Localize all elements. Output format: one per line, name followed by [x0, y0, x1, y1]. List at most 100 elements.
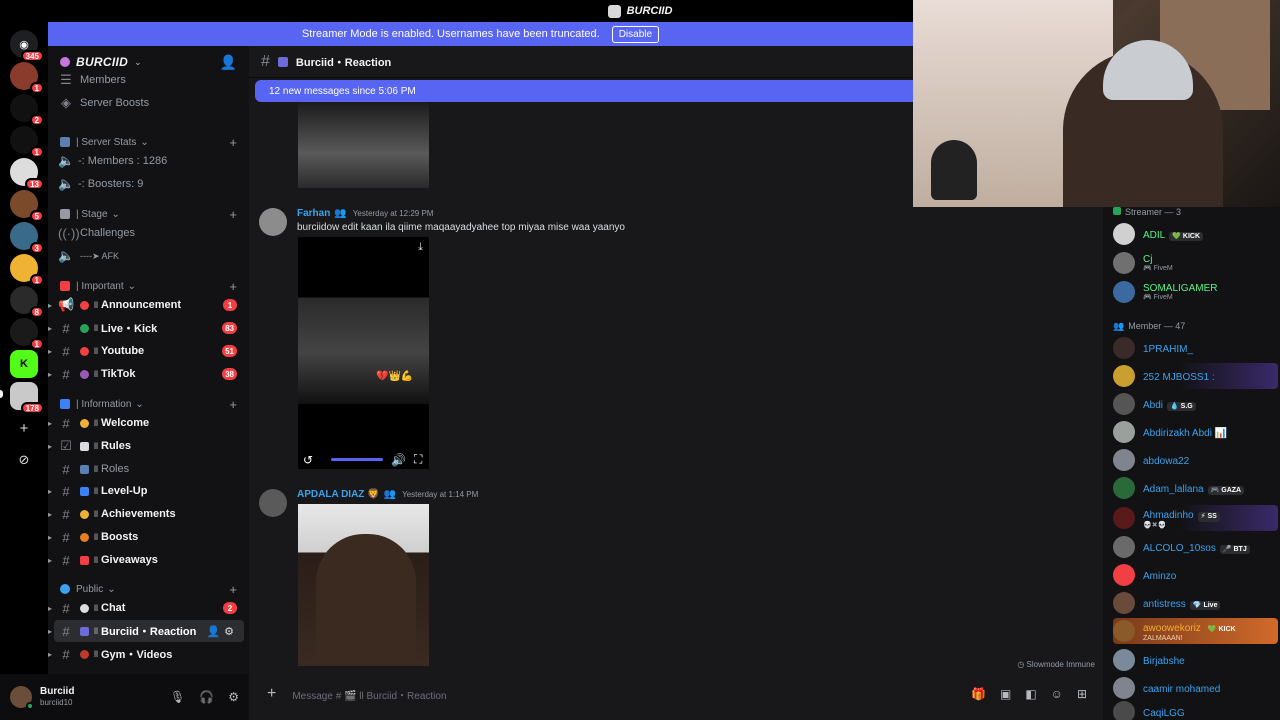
server-icon-4[interactable]: 13: [10, 158, 44, 190]
kick-server-icon[interactable]: K: [10, 350, 38, 378]
sticker-icon[interactable]: ◧: [1025, 687, 1036, 701]
voice-afk[interactable]: 🔈 ----➤ AFK: [48, 245, 249, 267]
server-icon-7[interactable]: 1: [10, 254, 44, 286]
emoji-icon[interactable]: ☺: [1051, 687, 1063, 701]
message-image-previous[interactable]: [298, 102, 429, 188]
channel-tiktok[interactable]: ▸ # ll TikTok 38: [48, 363, 249, 385]
member-item[interactable]: Cj 🎮 FiveM: [1113, 250, 1278, 276]
member-item[interactable]: ALCOLO_10sos 🎤 BTJ: [1113, 534, 1278, 560]
channel-welcome[interactable]: ▸ # ll Welcome: [48, 412, 249, 434]
members-icon: ☰: [60, 72, 72, 87]
channel-roles[interactable]: # ll Roles: [48, 458, 249, 480]
channel-server-boosts[interactable]: ◈ Server Boosts: [48, 92, 249, 114]
headphones-icon[interactable]: 🎧: [199, 690, 214, 704]
disable-streamer-mode-button[interactable]: Disable: [611, 25, 660, 43]
speaker-icon: 🔈: [58, 176, 75, 191]
direct-messages-icon[interactable]: ◉ 345: [10, 30, 44, 62]
channel-announcement[interactable]: ▸ 📢 ll Announcement 1: [48, 294, 249, 316]
add-channel-icon[interactable]: +: [229, 279, 237, 294]
member-item[interactable]: 252 MJBOSS1 :: [1113, 363, 1278, 389]
message-image-photo[interactable]: [298, 504, 429, 666]
microphone-icon[interactable]: 🎙: [170, 690, 185, 704]
gear-icon[interactable]: ⚙: [228, 690, 239, 704]
channel-chat[interactable]: ▸ # ll Chat 2: [48, 597, 249, 619]
member-item[interactable]: ADIL 💚 KICK: [1113, 221, 1278, 247]
member-item[interactable]: Ahmadinho ⚡ SS 💀✖💀: [1113, 505, 1278, 531]
member-item[interactable]: abdowa22: [1113, 447, 1278, 473]
member-item[interactable]: Birjabshe: [1113, 647, 1278, 673]
window-title: BURCIID: [626, 5, 673, 17]
server-logo-icon: [607, 4, 621, 18]
message-video[interactable]: ⤓ 💔👑💪: [298, 237, 429, 469]
avatar: [1113, 337, 1135, 359]
stage-challenges[interactable]: ((·)) Challenges: [48, 222, 249, 244]
gift-icon[interactable]: 🎁: [971, 687, 986, 701]
member-item[interactable]: Aminzo: [1113, 562, 1278, 588]
server-icon-6[interactable]: 3: [10, 222, 44, 254]
volume-slider[interactable]: [331, 458, 384, 461]
avatar[interactable]: [259, 208, 287, 236]
avatar[interactable]: [10, 686, 34, 710]
server-icon-burciid[interactable]: 178: [10, 382, 44, 414]
message-author[interactable]: Farhan: [297, 208, 330, 219]
message-input[interactable]: Message # 🎬 ll Burciid・Reaction: [292, 687, 446, 702]
add-channel-icon[interactable]: +: [229, 207, 237, 222]
webcam-overlay: [913, 0, 1280, 207]
channel-rules[interactable]: ▸ ☑ ll Rules: [48, 435, 249, 457]
dumbbell-icon: [80, 649, 89, 659]
channel-giveaways[interactable]: ▸ # ll Giveaways: [48, 549, 249, 571]
channel-burciid-reaction[interactable]: ▸ # ll Burciid・Reaction 👤⚙: [48, 620, 244, 642]
channel-achievements[interactable]: ▸ # ll Achievements: [48, 503, 249, 525]
channel-members[interactable]: ☰ Members: [48, 69, 249, 91]
server-icon-9[interactable]: 1: [10, 318, 44, 350]
speaker-icon: 🔈: [58, 153, 75, 168]
add-channel-icon[interactable]: +: [229, 582, 237, 597]
channel-settings-icon[interactable]: 👤⚙: [206, 625, 238, 638]
new-messages-bar[interactable]: 12 new messages since 5:06 PM: [255, 80, 913, 102]
server-icon-1[interactable]: 1: [10, 62, 44, 94]
avatar[interactable]: [259, 489, 287, 517]
unread-arrow-icon: ▸: [48, 323, 53, 333]
server-icon-5[interactable]: 5: [10, 190, 44, 222]
hash-icon: #: [261, 52, 270, 70]
message-composer[interactable]: + Message # 🎬 ll Burciid・Reaction 🎁 ▣ ◧ …: [257, 678, 1097, 710]
channel-youtube[interactable]: ▸ # ll Youtube 51: [48, 340, 249, 362]
server-icon-2[interactable]: 2: [10, 94, 44, 126]
voice-members-count[interactable]: 🔈 -: Members : 1286: [48, 150, 249, 172]
add-channel-icon[interactable]: +: [229, 397, 237, 412]
member-item[interactable]: antistress 💎 Live: [1113, 590, 1278, 616]
member-item[interactable]: Abdirizakh Abdi 📊: [1113, 419, 1278, 445]
chevron-down-icon: ⌄: [134, 56, 142, 67]
megaphone-icon: 📢: [58, 297, 75, 312]
member-item[interactable]: Abdi 💧 S.G: [1113, 391, 1278, 417]
channel-live-kick[interactable]: ▸ # ll Live・Kick 83: [48, 317, 249, 339]
avatar: [1113, 365, 1135, 387]
member-item[interactable]: caamir mohamed: [1113, 675, 1278, 701]
channel-level-up[interactable]: ▸ # ll Level-Up: [48, 480, 249, 502]
streamer-mode-banner: Streamer Mode is enabled. Usernames have…: [48, 22, 913, 46]
avatar: [1113, 449, 1135, 471]
message-author[interactable]: APDALA DIAZ 🦁: [297, 489, 380, 500]
server-icon-3[interactable]: 1: [10, 126, 44, 158]
channel-gym-videos[interactable]: ▸ # ll Gym・Videos: [48, 643, 249, 665]
gif-icon[interactable]: ▣: [1000, 687, 1011, 701]
apps-icon[interactable]: ⊞: [1077, 687, 1087, 701]
info-icon: [60, 399, 70, 409]
member-item[interactable]: CaqiLGG: [1113, 699, 1278, 720]
fullscreen-icon[interactable]: ⛶: [414, 452, 422, 467]
server-icon-8[interactable]: 8: [10, 286, 44, 318]
add-channel-icon[interactable]: +: [229, 135, 237, 150]
replay-icon[interactable]: ↺: [303, 453, 313, 467]
voice-boosters-count[interactable]: 🔈 -: Boosters: 9: [48, 173, 249, 195]
invite-people-icon[interactable]: 👤: [220, 54, 237, 71]
member-item[interactable]: awoowekoriz 💚 KICK ZALMAAAN!: [1113, 618, 1278, 644]
discover-icon[interactable]: ⊘: [10, 446, 38, 474]
member-item[interactable]: SOMALIGAMER 🎮 FiveM: [1113, 279, 1278, 305]
volume-icon[interactable]: 🔊: [391, 453, 406, 467]
add-server-icon[interactable]: +: [10, 414, 38, 442]
member-item[interactable]: Adam_lallana 🎮 GAZA: [1113, 475, 1278, 501]
download-icon[interactable]: ⤓: [418, 241, 423, 254]
member-item[interactable]: 1PRAHIM_: [1113, 335, 1278, 361]
channel-boosts[interactable]: ▸ # ll Boosts: [48, 526, 249, 548]
attach-plus-icon[interactable]: +: [267, 685, 276, 703]
